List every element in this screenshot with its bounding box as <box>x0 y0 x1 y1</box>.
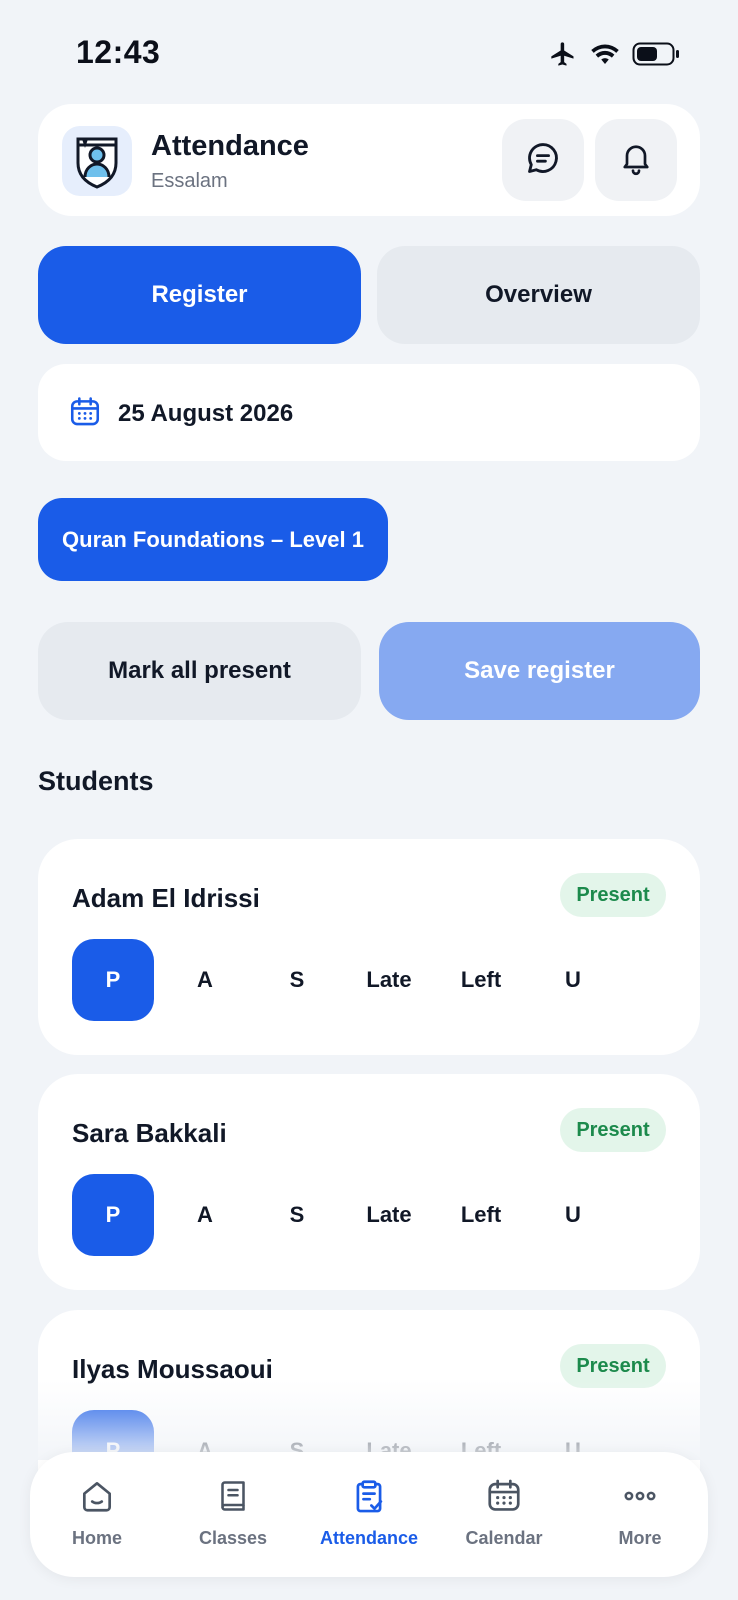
tab-overview[interactable]: Overview <box>377 246 700 344</box>
status-time: 12:43 <box>76 34 161 70</box>
airplane-mode-icon <box>548 40 578 68</box>
students-section-title: Students <box>38 766 154 796</box>
option-left[interactable]: Left <box>440 1174 522 1256</box>
school-name: Essalam <box>151 170 228 192</box>
option-late[interactable]: Late <box>348 1174 430 1256</box>
nav-item-more[interactable]: More <box>575 1452 705 1577</box>
student-card: Adam El Idrissi Present P A S Late Left … <box>38 839 700 1055</box>
wifi-icon <box>590 42 620 66</box>
calendar-icon <box>485 1474 523 1518</box>
class-selector-chip[interactable]: Quran Foundations – Level 1 <box>38 498 388 581</box>
nav-label: More <box>618 1528 662 1548</box>
nav-item-classes[interactable]: Classes <box>168 1452 298 1577</box>
calendar-icon <box>68 394 102 435</box>
more-dots-icon <box>621 1474 659 1518</box>
messages-button[interactable] <box>502 119 584 201</box>
mark-all-present-button[interactable]: Mark all present <box>38 622 361 720</box>
tab-register[interactable]: Register <box>38 246 361 344</box>
option-unexcused[interactable]: U <box>532 1174 614 1256</box>
battery-icon <box>632 41 680 67</box>
status-badge: Present <box>560 873 666 917</box>
option-present[interactable]: P <box>72 939 154 1021</box>
bottom-navigation: Home Classes Attendance Calendar More <box>30 1452 708 1577</box>
bell-icon <box>618 139 654 182</box>
clipboard-check-icon <box>350 1474 388 1518</box>
header-card: Attendance Essalam <box>38 104 700 216</box>
home-icon <box>78 1474 116 1518</box>
scroll-fade <box>0 1380 738 1460</box>
student-card: Sara Bakkali Present P A S Late Left U <box>38 1074 700 1290</box>
page-title: Attendance <box>151 130 309 162</box>
status-icons <box>548 40 680 68</box>
date-picker[interactable]: 25 August 2026 <box>38 364 700 461</box>
school-logo-icon <box>62 126 132 196</box>
student-name: Adam El Idrissi <box>72 883 260 913</box>
option-sick[interactable]: S <box>256 939 338 1021</box>
nav-item-home[interactable]: Home <box>32 1452 162 1577</box>
option-left[interactable]: Left <box>440 939 522 1021</box>
save-register-button[interactable]: Save register <box>379 622 700 720</box>
selected-date: 25 August 2026 <box>118 400 294 427</box>
nav-label: Home <box>71 1528 122 1548</box>
status-bar: 12:43 <box>0 0 738 100</box>
nav-label: Classes <box>198 1528 268 1548</box>
nav-item-attendance[interactable]: Attendance <box>304 1452 434 1577</box>
option-absent[interactable]: A <box>164 1174 246 1256</box>
option-sick[interactable]: S <box>256 1174 338 1256</box>
nav-label: Calendar <box>465 1528 543 1548</box>
book-icon <box>215 1474 251 1518</box>
option-late[interactable]: Late <box>348 939 430 1021</box>
status-badge: Present <box>560 1108 666 1152</box>
notifications-button[interactable] <box>595 119 677 201</box>
student-name: Sara Bakkali <box>72 1118 227 1148</box>
nav-label: Attendance <box>319 1528 418 1548</box>
option-absent[interactable]: A <box>164 939 246 1021</box>
option-present[interactable]: P <box>72 1174 154 1256</box>
chat-icon <box>524 139 562 182</box>
nav-item-calendar[interactable]: Calendar <box>439 1452 569 1577</box>
option-unexcused[interactable]: U <box>532 939 614 1021</box>
